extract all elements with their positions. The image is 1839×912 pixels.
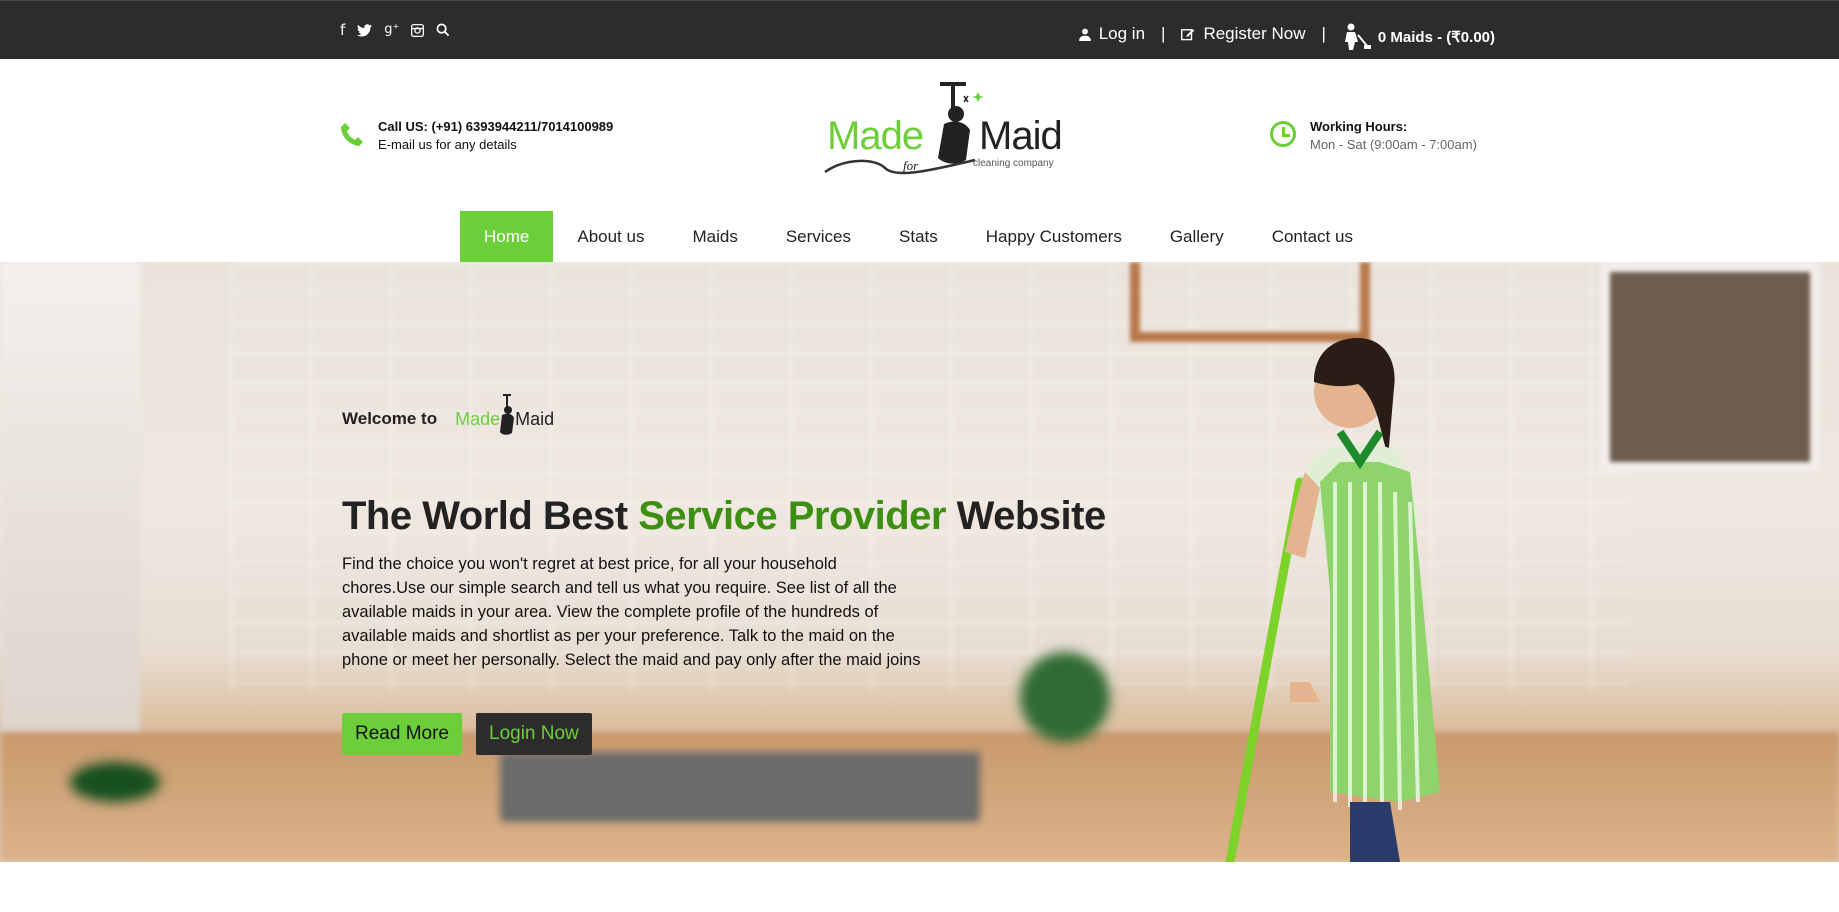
hero-bg-plant <box>70 762 160 802</box>
google-plus-icon[interactable]: g⁺ <box>384 21 399 39</box>
register-link[interactable]: Register Now <box>1181 24 1306 44</box>
account-links: Log in | Register Now | 0 Maids - (₹0.00… <box>1078 17 1495 51</box>
contact-lines: Call US: (+91) 6393944211/7014100989 E-m… <box>378 118 613 154</box>
hero-bg-cabinet <box>1600 262 1820 472</box>
nav-maids[interactable]: Maids <box>668 211 761 262</box>
top-bar: f g⁺ Log in | Register Now | 0 Maids - (… <box>0 0 1839 59</box>
headline-start: The World Best <box>342 494 639 538</box>
hours-lines: Working Hours: Mon - Sat (9:00am - 7:00a… <box>1310 118 1477 154</box>
nav-gallery[interactable]: Gallery <box>1146 211 1248 262</box>
login-link[interactable]: Log in <box>1078 24 1146 44</box>
register-label: Register Now <box>1203 24 1306 43</box>
hero-description: Find the choice you won't regret at best… <box>342 555 921 669</box>
headline-end: Website <box>945 494 1107 538</box>
cart-summary[interactable]: 0 Maids - (₹0.00) <box>1342 23 1495 51</box>
separator: | <box>1321 24 1326 43</box>
welcome-text: Welcome to <box>342 409 438 428</box>
twitter-icon[interactable] <box>357 23 373 37</box>
mini-logo-maid: Maid <box>515 409 555 429</box>
read-more-button[interactable]: Read More <box>342 713 462 755</box>
nav-happy-customers[interactable]: Happy Customers <box>962 211 1146 262</box>
logo-tagline: cleaning company <box>973 158 1054 169</box>
welcome-line: Welcome to Made Maid <box>342 394 560 444</box>
maid-illustration <box>1225 338 1440 862</box>
phone-icon <box>340 122 364 153</box>
separator: | <box>1161 24 1166 43</box>
page-bottom <box>0 862 1839 912</box>
headline-highlight: Service Provider <box>638 494 946 538</box>
main-nav: Home About us Maids Services Stats Happy… <box>460 211 1377 262</box>
login-label: Log in <box>1098 24 1146 43</box>
site-logo[interactable]: Made Maid for cleaning company <box>823 78 1068 188</box>
instagram-icon[interactable] <box>411 23 425 37</box>
maid-silhouette-icon <box>500 394 515 435</box>
nav-services[interactable]: Services <box>762 211 875 262</box>
hero-banner: Welcome to Made Maid The World Best Serv… <box>0 262 1839 862</box>
call-line: Call US: (+91) 6393944211/7014100989 <box>378 119 614 134</box>
hours-title: Working Hours: <box>1310 119 1408 134</box>
nav-home[interactable]: Home <box>460 211 554 262</box>
nav-about-us[interactable]: About us <box>553 211 668 262</box>
working-hours: Working Hours: Mon - Sat (9:00am - 7:00a… <box>1270 118 1477 154</box>
social-links: f g⁺ <box>340 21 450 39</box>
hero-bg-frame <box>1130 262 1370 342</box>
hours-value: Mon - Sat (9:00am - 7:00am) <box>1310 137 1477 152</box>
facebook-icon[interactable]: f <box>340 21 345 39</box>
mini-logo-made: Made <box>455 409 501 429</box>
hero-bg-stove <box>500 752 980 822</box>
edit-icon <box>1181 29 1195 41</box>
contact-info: Call US: (+91) 6393944211/7014100989 E-m… <box>340 118 613 154</box>
hero-bg-plant <box>1020 652 1110 742</box>
maid-cart-icon <box>1344 23 1371 50</box>
logo-maid: Maid <box>979 114 1063 158</box>
login-now-button[interactable]: Login Now <box>476 713 592 755</box>
clock-icon <box>1270 121 1296 147</box>
logo-for: for <box>903 158 919 173</box>
cart-label: 0 Maids - (₹0.00) <box>1377 29 1495 46</box>
nav-stats[interactable]: Stats <box>875 211 962 262</box>
user-icon <box>1078 28 1091 41</box>
nav-contact-us[interactable]: Contact us <box>1248 211 1377 262</box>
page: f g⁺ Log in | Register Now | 0 Maids - (… <box>0 0 1839 912</box>
search-icon[interactable] <box>436 23 450 37</box>
mini-logo: Made Maid <box>455 394 560 444</box>
hero-headline: The World Best Service Provider Website <box>342 494 1106 539</box>
email-line: E-mail us for any details <box>378 137 517 152</box>
